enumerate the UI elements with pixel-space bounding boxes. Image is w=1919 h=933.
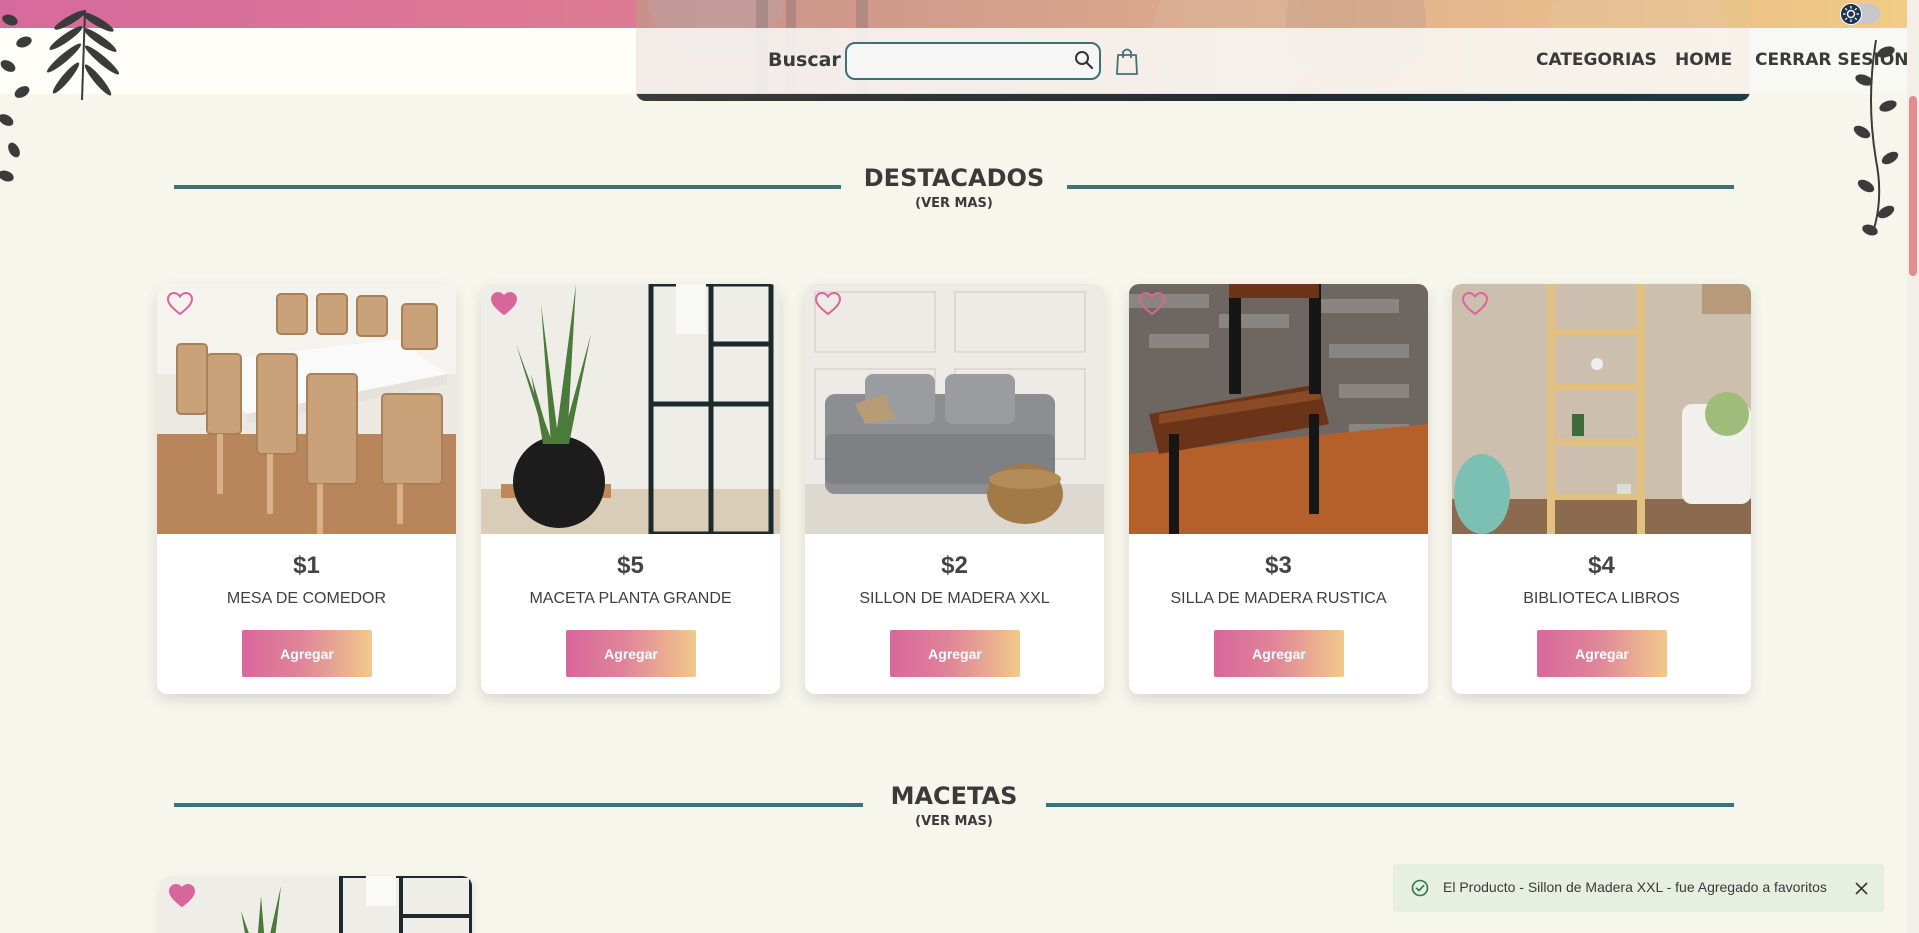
section-destacados: DESTACADOS (VER MAS) [174, 160, 1734, 220]
search-label: Buscar [768, 49, 841, 71]
toast-message: El Producto - Sillon de Madera XXL - fue… [1443, 879, 1827, 895]
product-name: SILLA DE MADERA RUSTICA [1170, 590, 1387, 607]
product-name: SILLON DE MADERA XXL [859, 590, 1050, 607]
hero-banner-edge [636, 93, 1750, 101]
section-title: MACETAS [890, 782, 1018, 810]
product-card[interactable] [161, 876, 472, 933]
view-more-link[interactable]: (VER MAS) [174, 196, 1734, 211]
product-card: $3 SILLA DE MADERA RUSTICA Agregar [1129, 284, 1428, 694]
search-field[interactable] [845, 42, 1101, 80]
shopping-bag-icon[interactable] [1114, 46, 1140, 76]
add-to-cart-button[interactable]: Agregar [890, 630, 1020, 677]
product-price: $2 [941, 552, 968, 579]
section-title: DESTACADOS [863, 164, 1045, 192]
search-input[interactable] [847, 44, 1099, 78]
add-to-cart-button[interactable]: Agregar [566, 630, 696, 677]
product-card: $1 MESA DE COMEDOR Agregar [157, 284, 456, 694]
add-to-cart-button[interactable]: Agregar [242, 630, 372, 677]
heart-icon[interactable] [491, 292, 517, 316]
product-card: $5 MACETA PLANTA GRANDE Agregar [481, 284, 780, 694]
heart-icon[interactable] [169, 884, 195, 908]
sun-icon [1840, 3, 1862, 25]
nav-link-categorias[interactable]: CATEGORIAS [1536, 50, 1657, 70]
product-name: MESA DE COMEDOR [226, 590, 387, 607]
product-card: $2 SILLON DE MADERA XXL Agregar [805, 284, 1104, 694]
page-scrollbar[interactable] [1907, 0, 1919, 933]
product-price: $5 [617, 552, 644, 579]
heart-icon[interactable] [167, 292, 193, 316]
leaf-decoration-right [1853, 40, 1899, 236]
product-name: BIBLIOTECA LIBROS [1523, 590, 1680, 607]
theme-toggle[interactable] [1840, 3, 1880, 25]
product-price: $4 [1588, 552, 1615, 579]
toast-notification: El Producto - Sillon de Madera XXL - fue… [1393, 864, 1884, 912]
heart-icon[interactable] [1462, 292, 1488, 316]
product-image[interactable] [161, 876, 472, 933]
close-icon[interactable] [1855, 882, 1868, 895]
check-circle-icon [1411, 879, 1429, 897]
product-image[interactable] [805, 284, 1104, 534]
heart-icon[interactable] [815, 292, 841, 316]
leaf-decoration-left [0, 9, 120, 182]
product-name: MACETA PLANTA GRANDE [529, 590, 732, 607]
product-price: $3 [1265, 552, 1292, 579]
product-image[interactable] [1129, 284, 1428, 534]
product-image[interactable] [481, 284, 780, 534]
view-more-link[interactable]: (VER MAS) [174, 814, 1734, 829]
product-image[interactable] [157, 284, 456, 534]
add-to-cart-button[interactable]: Agregar [1537, 630, 1667, 677]
add-to-cart-button[interactable]: Agregar [1214, 630, 1344, 677]
heart-icon[interactable] [1139, 292, 1165, 316]
section-macetas: MACETAS (VER MAS) [174, 778, 1734, 838]
scrollbar-thumb[interactable] [1909, 96, 1917, 276]
nav-link-home[interactable]: HOME [1675, 50, 1732, 70]
search-icon[interactable] [1074, 50, 1094, 70]
product-card: $4 BIBLIOTECA LIBROS Agregar [1452, 284, 1751, 694]
product-price: $1 [293, 552, 320, 579]
product-image[interactable] [1452, 284, 1751, 534]
